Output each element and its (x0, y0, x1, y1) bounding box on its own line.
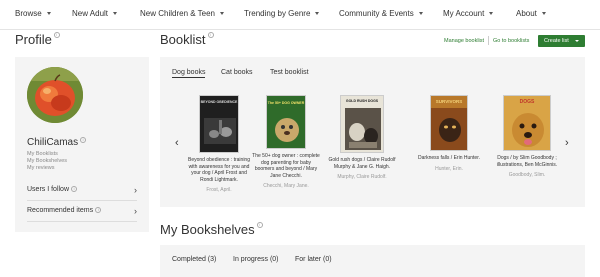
book-cover-art (512, 113, 544, 147)
nav-new-children-teen[interactable]: New Children & Teen (140, 9, 225, 18)
chevron-down-icon (220, 12, 225, 16)
tab-for-later[interactable]: For later (0) (295, 256, 332, 263)
tab-dog-books[interactable]: Dog books (172, 69, 206, 78)
book-cover-art (275, 118, 299, 142)
book-item[interactable]: SURVIVORS Darkness falls / Erin Hunter. … (415, 95, 483, 172)
bookshelves-title: My Bookshelves (160, 222, 255, 237)
book-cover[interactable]: GOLD RUSH DOGS (340, 95, 384, 153)
book-author: Checchi, Mary Jane. (263, 183, 309, 189)
booklist-title: Booklist (160, 32, 206, 47)
tab-in-progress[interactable]: In progress (0) (233, 256, 279, 263)
nav-trending-by-genre-label: Trending by Genre (244, 9, 311, 18)
chevron-right-icon: › (134, 206, 137, 216)
nav-community-events[interactable]: Community & Events (339, 9, 423, 18)
go-to-booklists-link[interactable]: Go to booklists (493, 38, 529, 44)
chevron-right-icon: › (134, 185, 137, 195)
nav-my-account-label: My Account (443, 9, 485, 18)
nav-browse-label: Browse (15, 9, 42, 18)
profile-card: ChiliCamas i My Booklists My Bookshelves … (15, 57, 149, 232)
book-item[interactable]: The 50+ DOG OWNER The 50+ dog owner : co… (252, 95, 320, 189)
manage-booklist-link[interactable]: Manage booklist (444, 38, 484, 44)
carousel-next-button[interactable]: › (565, 137, 569, 149)
book-author: Frost, April. (206, 187, 232, 193)
tab-cat-books[interactable]: Cat books (221, 69, 253, 76)
username[interactable]: ChiliCamas i (27, 137, 87, 148)
chevron-down-icon (113, 12, 118, 16)
book-title[interactable]: The 50+ dog owner : complete dog parenti… (252, 153, 320, 179)
tab-completed[interactable]: Completed (3) (172, 256, 216, 263)
users-i-follow-link[interactable]: Users I follow i › (27, 185, 137, 195)
create-list-button[interactable]: Create list (538, 35, 585, 47)
create-list-label: Create list (544, 38, 569, 44)
apple-avatar-image (27, 67, 83, 123)
bookshelves-panel: Completed (3) In progress (0) For later … (160, 245, 585, 277)
bookshelves-heading: My Bookshelves i (160, 222, 263, 237)
book-author: Hunter, Erin. (435, 165, 463, 172)
users-i-follow-label: Users I follow (27, 186, 70, 193)
chevron-down-icon (489, 12, 494, 16)
info-icon[interactable]: i (53, 32, 60, 38)
info-icon[interactable]: i (71, 186, 78, 192)
nav-about[interactable]: About (516, 9, 546, 18)
info-icon[interactable]: i (256, 222, 263, 228)
nav-about-label: About (516, 9, 537, 18)
book-title[interactable]: Darkness falls / Erin Hunter. (415, 155, 483, 162)
book-cover-art (431, 108, 467, 150)
nav-browse[interactable]: Browse (15, 9, 51, 18)
divider (27, 221, 137, 222)
chevron-down-icon (574, 39, 579, 42)
divider (27, 200, 137, 201)
nav-new-children-teen-label: New Children & Teen (140, 9, 216, 18)
chevron-down-icon (541, 12, 546, 16)
info-icon[interactable]: i (207, 32, 214, 38)
nav-new-adult[interactable]: New Adult (72, 9, 118, 18)
chevron-left-icon: ‹ (175, 137, 179, 149)
top-navigation: Browse New Adult New Children & Teen Tre… (0, 0, 600, 30)
username-label: ChiliCamas (27, 137, 79, 148)
carousel-prev-button[interactable]: ‹ (175, 137, 179, 149)
profile-title: Profile (15, 32, 52, 47)
book-author: Murphy, Claire Rudolf. (337, 174, 387, 180)
recommended-items-label: Recommended items (27, 207, 94, 214)
nav-new-adult-label: New Adult (72, 9, 109, 18)
chevron-down-icon (418, 12, 423, 16)
profile-heading: Profile i (15, 32, 60, 47)
divider (488, 36, 489, 45)
book-cover[interactable]: The 50+ DOG OWNER (266, 95, 306, 149)
avatar[interactable] (27, 67, 83, 123)
tab-test-booklist[interactable]: Test booklist (270, 69, 309, 76)
book-cover[interactable]: SURVIVORS (430, 95, 468, 151)
my-reviews-link[interactable]: My reviews (27, 165, 55, 171)
nav-community-events-label: Community & Events (339, 9, 414, 18)
book-author: Goodbody, Slim. (508, 172, 546, 178)
book-title[interactable]: Gold rush dogs / Claire Rudolf Murphy & … (328, 157, 396, 170)
booklist-panel: Dog books Cat books Test booklist ‹ › BE… (160, 57, 585, 207)
book-title[interactable]: Dogs / by Slim Goodbody ; illustrations,… (493, 155, 561, 168)
chevron-down-icon (46, 12, 51, 16)
book-item[interactable]: DOGS Dogs / by Slim Goodbody ; illustrat… (493, 95, 561, 178)
my-booklists-link[interactable]: My Booklists (27, 151, 58, 157)
book-item[interactable]: BEYOND OBEDIENCE Beyond obedience : trai… (185, 95, 253, 193)
book-title[interactable]: Beyond obedience : training with awarene… (185, 157, 253, 183)
my-bookshelves-link[interactable]: My Bookshelves (27, 158, 67, 164)
chevron-right-icon: › (565, 137, 569, 149)
nav-trending-by-genre[interactable]: Trending by Genre (244, 9, 320, 18)
info-icon[interactable]: i (95, 207, 102, 213)
booklist-heading: Booklist i (160, 32, 214, 47)
book-cover-art (204, 118, 236, 144)
recommended-items-link[interactable]: Recommended items i › (27, 206, 137, 216)
chevron-down-icon (315, 12, 320, 16)
nav-my-account[interactable]: My Account (443, 9, 494, 18)
book-cover-art (345, 108, 381, 150)
book-cover[interactable]: BEYOND OBEDIENCE (199, 95, 239, 153)
book-cover[interactable]: DOGS (503, 95, 551, 151)
book-item[interactable]: GOLD RUSH DOGS Gold rush dogs / Claire R… (328, 95, 396, 180)
info-icon[interactable]: i (80, 137, 87, 143)
